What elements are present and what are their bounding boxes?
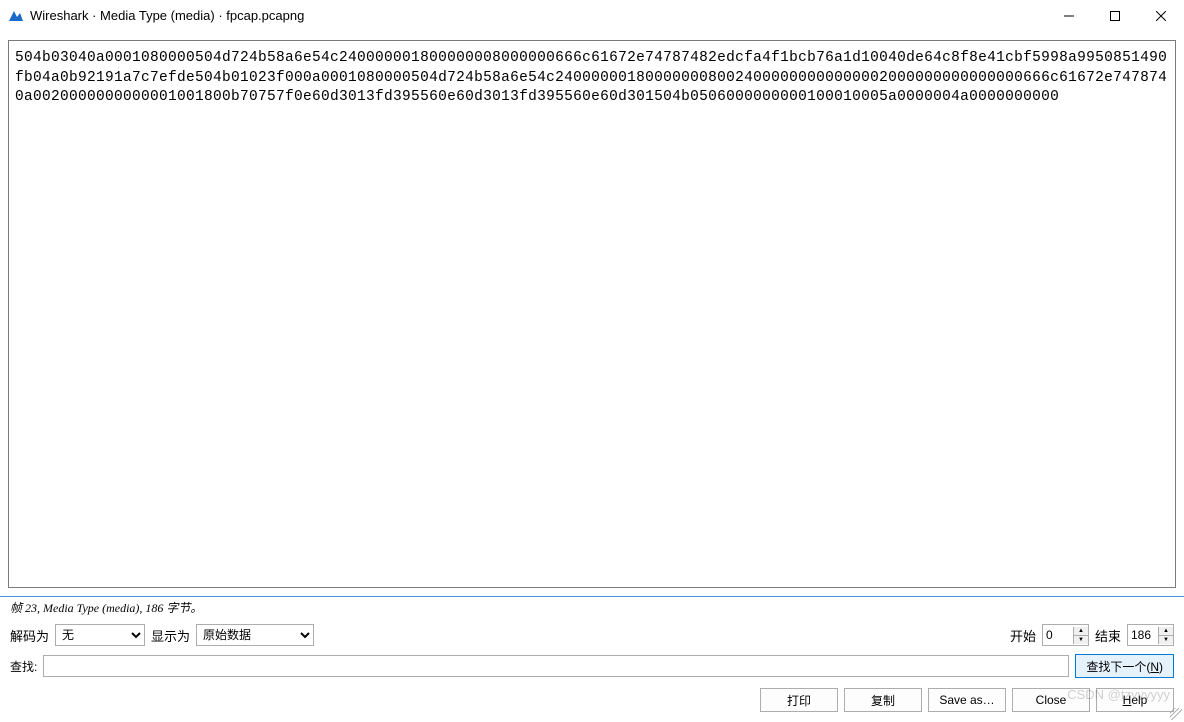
close-button[interactable] [1138, 0, 1184, 31]
help-button[interactable]: Help [1096, 688, 1174, 712]
minimize-button[interactable] [1046, 0, 1092, 31]
content-area[interactable]: 504b03040a0001080000504d724b58a6e54c2400… [8, 40, 1176, 588]
start-label: 开始 [1010, 626, 1036, 645]
titlebar: Wireshark · Media Type (media) · fpcap.p… [0, 0, 1184, 32]
end-spin-arrows[interactable]: ▲▼ [1158, 627, 1173, 644]
window-title: Wireshark · Media Type (media) · fpcap.p… [30, 8, 1046, 23]
hex-dump[interactable]: 504b03040a0001080000504d724b58a6e54c2400… [15, 49, 1169, 108]
end-spinner[interactable]: ▲▼ [1127, 624, 1174, 646]
copy-button[interactable]: 复制 [844, 688, 922, 712]
close-dialog-button[interactable]: Close [1012, 688, 1090, 712]
window-controls [1046, 0, 1184, 31]
display-as-select[interactable]: 原始数据 [196, 624, 314, 646]
save-as-button[interactable]: Save as… [928, 688, 1006, 712]
start-spin-arrows[interactable]: ▲▼ [1073, 627, 1088, 644]
find-label: 查找: [10, 658, 37, 675]
wireshark-icon [8, 8, 24, 24]
start-input[interactable] [1043, 628, 1073, 642]
maximize-button[interactable] [1092, 0, 1138, 31]
find-next-button[interactable]: 查找下一个(N) [1075, 654, 1174, 678]
end-label: 结束 [1095, 626, 1121, 645]
end-input[interactable] [1128, 628, 1158, 642]
display-as-label: 显示为 [151, 626, 190, 645]
decode-as-select[interactable]: 无 [55, 624, 145, 646]
action-button-row: 打印 复制 Save as… Close Help [0, 682, 1184, 722]
decode-as-label: 解码为 [10, 626, 49, 645]
print-button[interactable]: 打印 [760, 688, 838, 712]
find-row: 查找: 查找下一个(N) [0, 650, 1184, 682]
decode-controls-row: 解码为 无 显示为 原始数据 开始 ▲▼ 结束 ▲▼ [0, 620, 1184, 650]
status-bar: 帧 23, Media Type (media), 186 字节。 [0, 596, 1184, 620]
find-input[interactable] [43, 655, 1069, 677]
resize-grip[interactable] [1170, 708, 1182, 720]
start-spinner[interactable]: ▲▼ [1042, 624, 1089, 646]
